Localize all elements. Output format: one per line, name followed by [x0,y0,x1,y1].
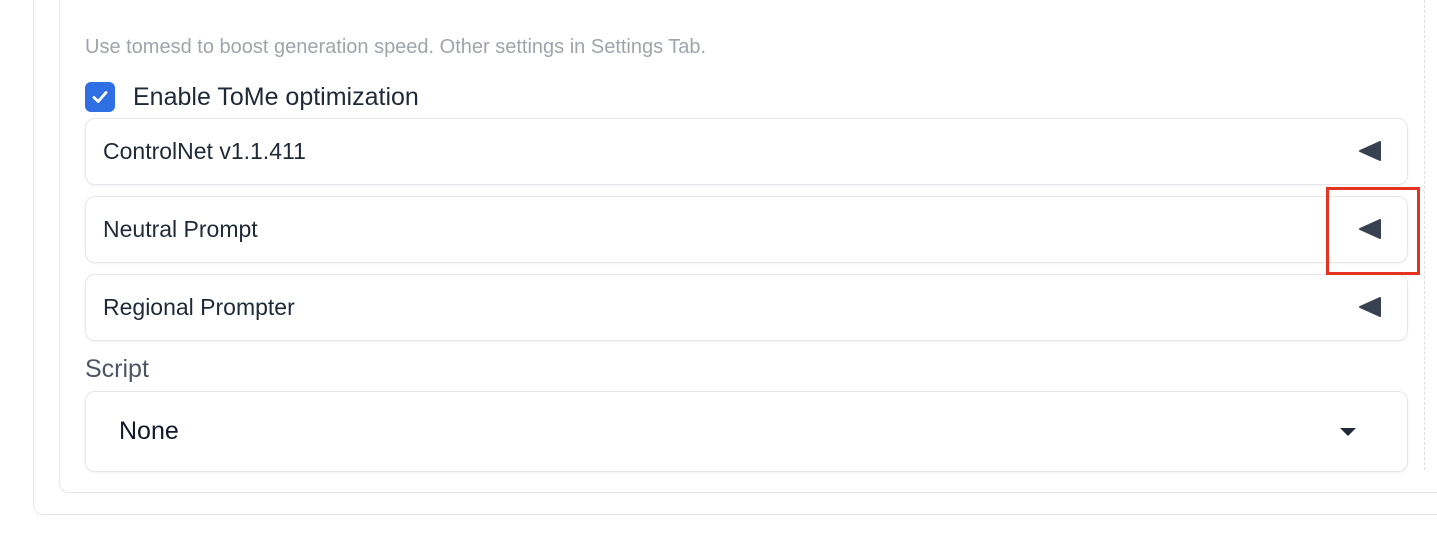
script-dropdown-value[interactable]: None [119,392,179,471]
accordion-neutral-prompt-label[interactable]: Neutral Prompt [103,197,258,262]
accordion-regional-prompter-label[interactable]: Regional Prompter [103,275,295,340]
accordion-controlnet-label[interactable]: ControlNet v1.1.411 [103,119,306,184]
highlight-annotation-box [1326,187,1420,275]
enable-tome-checkbox[interactable] [85,82,115,112]
collapsed-triangle-icon[interactable] [1358,296,1382,318]
dropdown-caret-icon[interactable] [1339,427,1357,437]
script-dropdown[interactable]: None [85,391,1408,472]
checkmark-icon [92,91,108,103]
enable-tome-row[interactable]: Enable ToMe optimization [85,81,419,113]
panel-divider [1424,0,1425,470]
enable-tome-label[interactable]: Enable ToMe optimization [133,83,419,112]
collapsed-triangle-icon[interactable] [1358,140,1382,162]
tome-hint-text: Use tomesd to boost generation speed. Ot… [85,36,707,58]
accordion-regional-prompter[interactable]: Regional Prompter [85,274,1408,341]
accordion-neutral-prompt[interactable]: Neutral Prompt [85,196,1408,263]
script-label: Script [85,355,149,383]
accordion-controlnet[interactable]: ControlNet v1.1.411 [85,118,1408,185]
